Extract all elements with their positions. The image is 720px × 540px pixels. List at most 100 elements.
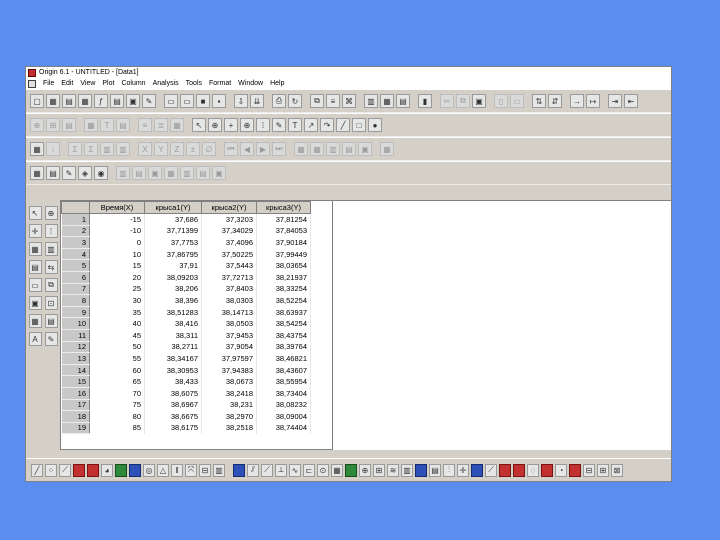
cell-col0[interactable]: -10: [89, 225, 145, 237]
arrow-tool-icon[interactable]: ↗: [304, 118, 318, 132]
cell-col0[interactable]: 20: [89, 271, 145, 284]
cell-col0[interactable]: 40: [89, 317, 145, 330]
cell-col0[interactable]: 15: [89, 259, 145, 272]
previous-record-icon[interactable]: ◀: [240, 142, 254, 156]
cell-col1[interactable]: 38,433: [144, 375, 202, 388]
cell-col1[interactable]: 38,6075: [144, 387, 202, 399]
cell-col2[interactable]: 38,231: [201, 399, 257, 411]
table-row[interactable]: 4 10 37,86795 37,50225 37,99449: [61, 248, 311, 261]
row-number[interactable]: 9: [61, 306, 90, 319]
copy-icon[interactable]: ⧉: [456, 94, 470, 108]
zoom-plot-icon[interactable]: ⊕: [359, 463, 371, 477]
cell-col3[interactable]: 38,52254: [256, 294, 311, 307]
cell-col2[interactable]: 38,2418: [201, 387, 257, 399]
column-stack-icon[interactable]: [415, 463, 427, 477]
document-icon[interactable]: [28, 79, 36, 88]
row-number[interactable]: 16: [61, 387, 90, 400]
worksheet-options-icon[interactable]: ▦: [30, 142, 44, 156]
add-column-icon[interactable]: ▯: [494, 94, 508, 108]
layout-forward-icon[interactable]: ▣: [148, 166, 162, 180]
matrix-expand-icon[interactable]: ▣: [358, 142, 372, 156]
3d-wall-icon[interactable]: [499, 463, 511, 477]
row-number[interactable]: 6: [61, 271, 90, 284]
rescale-icon[interactable]: ⊞: [46, 118, 60, 132]
layout-back-icon[interactable]: ▤: [132, 166, 146, 180]
cell-col1[interactable]: 38,6967: [144, 399, 202, 411]
cell-col3[interactable]: 38,73404: [256, 387, 311, 399]
fill-area-icon[interactable]: [129, 463, 141, 477]
region-tool-icon[interactable]: ▤: [28, 260, 42, 274]
polar-plot-icon[interactable]: ◎: [143, 463, 155, 477]
add-row-icon[interactable]: ▭: [510, 94, 524, 108]
disregard-icon[interactable]: ∅: [202, 142, 216, 156]
column-header-rat1[interactable]: крыса1(Y): [144, 201, 202, 214]
selector-tool-icon[interactable]: ⁞: [44, 224, 58, 238]
row-number[interactable]: 14: [61, 364, 90, 377]
new-excel-icon[interactable]: ▤: [110, 94, 124, 108]
print-icon[interactable]: ⎙: [272, 94, 286, 108]
menu-column[interactable]: Column: [121, 80, 145, 87]
chart-icon[interactable]: ▥: [116, 142, 130, 156]
cell-col1[interactable]: 38,6175: [144, 422, 202, 434]
color-map-icon[interactable]: ▦: [331, 463, 343, 477]
error-bar-icon[interactable]: ⫶: [443, 463, 455, 477]
matrix-transpose-icon[interactable]: ▥: [326, 142, 340, 156]
cell-col3[interactable]: 38,03654: [256, 259, 311, 272]
cell-col1[interactable]: 38,6675: [144, 410, 202, 423]
cell-col0[interactable]: 70: [89, 387, 145, 399]
layout-group-icon[interactable]: ▥: [180, 166, 194, 180]
matrix-invert-icon[interactable]: ▤: [342, 142, 356, 156]
legend-icon[interactable]: ▦: [84, 118, 98, 132]
cell-col1[interactable]: 37,91: [144, 259, 202, 272]
table-row[interactable]: 11 45 38,311 37,9453 38,43754: [61, 329, 311, 342]
column-values-icon[interactable]: ▦: [380, 142, 394, 156]
cell-col2[interactable]: 38,0673: [201, 375, 257, 388]
mask-tool-icon[interactable]: ▦: [28, 242, 42, 256]
move-right-icon[interactable]: →: [570, 94, 584, 108]
cell-col0[interactable]: 50: [89, 341, 145, 353]
table-row[interactable]: 1 -15 37,686 37,3203 37,81254: [61, 213, 311, 226]
pie-chart-icon[interactable]: ◕: [101, 463, 113, 477]
text-tool-icon[interactable]: T: [288, 118, 302, 132]
table-row[interactable]: 16 70 38,6075 38,2418 38,73404: [61, 387, 311, 400]
stack-lines-icon[interactable]: ≋: [387, 463, 399, 477]
duplicate-icon[interactable]: ⧉: [310, 94, 324, 108]
table-row[interactable]: 9 35 38,51283 38,14713 38,63937: [61, 306, 311, 319]
set-x-icon[interactable]: ⇥: [608, 94, 622, 108]
cell-col1[interactable]: 38,09203: [144, 271, 202, 284]
cell-col3[interactable]: 38,55954: [256, 375, 311, 388]
table-row[interactable]: 18 80 38,6675 38,2970 38,09004: [61, 410, 311, 423]
cell-col0[interactable]: 30: [89, 294, 145, 307]
cell-col0[interactable]: 0: [89, 236, 145, 249]
row-number[interactable]: 13: [61, 352, 90, 365]
waterfall-icon[interactable]: [345, 463, 357, 477]
cell-col3[interactable]: 38,63937: [256, 306, 311, 318]
line-symbol-plot-icon[interactable]: ⟋: [59, 463, 71, 477]
unmask-tool-icon[interactable]: ▥: [44, 242, 58, 256]
data-selector-icon[interactable]: ⁞: [256, 118, 270, 132]
row-number[interactable]: 10: [61, 317, 90, 330]
layout-ungroup-icon[interactable]: ▤: [196, 166, 210, 180]
cell-col0[interactable]: 65: [89, 375, 145, 388]
matrix-icon[interactable]: ▦: [294, 142, 308, 156]
matrix-set-icon[interactable]: ▦: [310, 142, 324, 156]
cell-col3[interactable]: 37,99449: [256, 248, 311, 260]
draw-data-icon[interactable]: ✎: [272, 118, 286, 132]
add-text-icon[interactable]: T: [100, 118, 114, 132]
row-number[interactable]: 1: [61, 213, 90, 226]
table-row[interactable]: 14 60 38,30953 37,94383 38,43607: [61, 364, 311, 377]
statistics-row-icon[interactable]: Σ: [84, 142, 98, 156]
floating-column-icon[interactable]: ▥: [401, 463, 413, 477]
cell-col2[interactable]: 38,0303: [201, 294, 257, 307]
scatter-plot-icon[interactable]: ⁘: [45, 463, 57, 477]
cell-col0[interactable]: 60: [89, 364, 145, 376]
code-builder-icon[interactable]: ⌘: [342, 94, 356, 108]
area-plot-icon[interactable]: [115, 463, 127, 477]
cell-col1[interactable]: 38,34167: [144, 352, 202, 365]
line-tool-icon[interactable]: ╱: [336, 118, 350, 132]
circle-tool-icon[interactable]: ●: [368, 118, 382, 132]
menu-window[interactable]: Window: [238, 80, 263, 87]
box-chart-icon[interactable]: ⊟: [199, 463, 211, 477]
zoom-icon[interactable]: ⊕: [30, 118, 44, 132]
cell-col2[interactable]: 37,4096: [201, 236, 257, 249]
